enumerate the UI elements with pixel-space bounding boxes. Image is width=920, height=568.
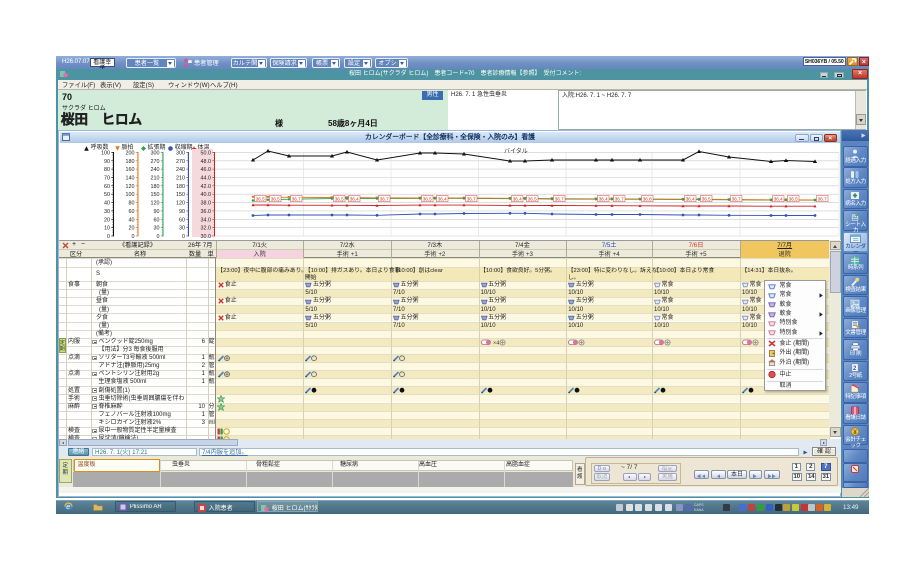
svg-text:50: 50 xyxy=(104,192,110,198)
svg-text:300: 300 xyxy=(151,150,160,156)
svg-text:40: 40 xyxy=(129,217,135,223)
svg-text:30: 30 xyxy=(154,226,160,232)
svg-text:36.7: 36.7 xyxy=(818,197,827,202)
svg-text:180: 180 xyxy=(176,184,185,190)
svg-text:270: 270 xyxy=(151,159,160,165)
svg-text:バイタル: バイタル xyxy=(504,147,528,155)
svg-text:50.0: 50.0 xyxy=(201,150,212,156)
svg-text:36.4: 36.4 xyxy=(774,197,783,202)
svg-text:38.0: 38.0 xyxy=(201,201,212,207)
svg-text:30.0: 30.0 xyxy=(201,234,212,238)
svg-text:300: 300 xyxy=(176,150,185,156)
svg-text:36.4: 36.4 xyxy=(513,197,522,202)
svg-text:36.7: 36.7 xyxy=(615,197,624,202)
svg-text:34.0: 34.0 xyxy=(201,217,212,223)
svg-text:150: 150 xyxy=(151,192,160,198)
svg-text:36.5: 36.5 xyxy=(335,197,344,202)
svg-text:90: 90 xyxy=(154,209,160,215)
svg-text:240: 240 xyxy=(176,167,185,173)
svg-text:¥: ¥ xyxy=(854,429,858,436)
svg-text:120: 120 xyxy=(151,201,160,207)
svg-text:0: 0 xyxy=(107,234,110,238)
svg-text:60: 60 xyxy=(154,217,160,223)
svg-text:40: 40 xyxy=(104,201,110,207)
svg-text:0: 0 xyxy=(132,234,135,238)
svg-text:36.4: 36.4 xyxy=(686,197,695,202)
svg-text:270: 270 xyxy=(176,159,185,165)
svg-text:180: 180 xyxy=(151,184,160,190)
svg-text:120: 120 xyxy=(126,184,135,190)
svg-text:160: 160 xyxy=(126,167,135,173)
svg-text:40.0: 40.0 xyxy=(201,192,212,198)
svg-text:150: 150 xyxy=(176,192,185,198)
svg-text:42.0: 42.0 xyxy=(201,184,212,190)
svg-text:48.0: 48.0 xyxy=(201,159,212,165)
svg-text:36.7: 36.7 xyxy=(292,197,301,202)
svg-text:e: e xyxy=(66,504,70,511)
svg-text:36.7: 36.7 xyxy=(467,197,476,202)
svg-text:60: 60 xyxy=(104,184,110,190)
svg-text:90: 90 xyxy=(104,159,110,165)
svg-text:60: 60 xyxy=(179,217,185,223)
svg-text:30: 30 xyxy=(179,226,185,232)
svg-text:×4: ×4 xyxy=(493,340,499,345)
svg-text:36.5: 36.5 xyxy=(423,197,432,202)
svg-text:44.0: 44.0 xyxy=(201,176,212,182)
svg-text:10: 10 xyxy=(104,226,110,232)
svg-text:80: 80 xyxy=(104,167,110,173)
svg-text:36.5: 36.5 xyxy=(702,197,711,202)
svg-text:46.0: 46.0 xyxy=(201,167,212,173)
svg-text:100: 100 xyxy=(101,150,110,156)
svg-text:0: 0 xyxy=(182,234,185,238)
svg-text:120: 120 xyxy=(176,201,185,207)
svg-text:90: 90 xyxy=(179,209,185,215)
svg-text:240: 240 xyxy=(151,167,160,173)
svg-text:36.5: 36.5 xyxy=(256,197,265,202)
svg-text:36.7: 36.7 xyxy=(555,197,564,202)
svg-text:210: 210 xyxy=(176,176,185,182)
svg-text:36.5: 36.5 xyxy=(271,197,280,202)
svg-text:80: 80 xyxy=(129,201,135,207)
svg-text:140: 140 xyxy=(126,176,135,182)
svg-text:0: 0 xyxy=(157,234,160,238)
svg-text:36.8: 36.8 xyxy=(643,197,652,202)
svg-text:30: 30 xyxy=(104,209,110,215)
svg-text:180: 180 xyxy=(126,159,135,165)
svg-text:36.7: 36.7 xyxy=(732,197,741,202)
svg-text:32.0: 32.0 xyxy=(201,226,212,232)
svg-text:36.4: 36.4 xyxy=(438,197,447,202)
svg-text:36.5: 36.5 xyxy=(528,197,537,202)
svg-text:100: 100 xyxy=(126,192,135,198)
svg-text:200: 200 xyxy=(126,150,135,156)
svg-text:36.5: 36.5 xyxy=(789,197,798,202)
svg-text:36.4: 36.4 xyxy=(599,197,608,202)
svg-text:70: 70 xyxy=(104,176,110,182)
svg-text:210: 210 xyxy=(151,176,160,182)
svg-text:36.4: 36.4 xyxy=(350,197,359,202)
svg-text:20: 20 xyxy=(129,226,135,232)
svg-text:36.0: 36.0 xyxy=(201,209,212,215)
svg-text:20: 20 xyxy=(104,217,110,223)
svg-text:60: 60 xyxy=(129,209,135,215)
svg-text:36.7: 36.7 xyxy=(380,197,389,202)
